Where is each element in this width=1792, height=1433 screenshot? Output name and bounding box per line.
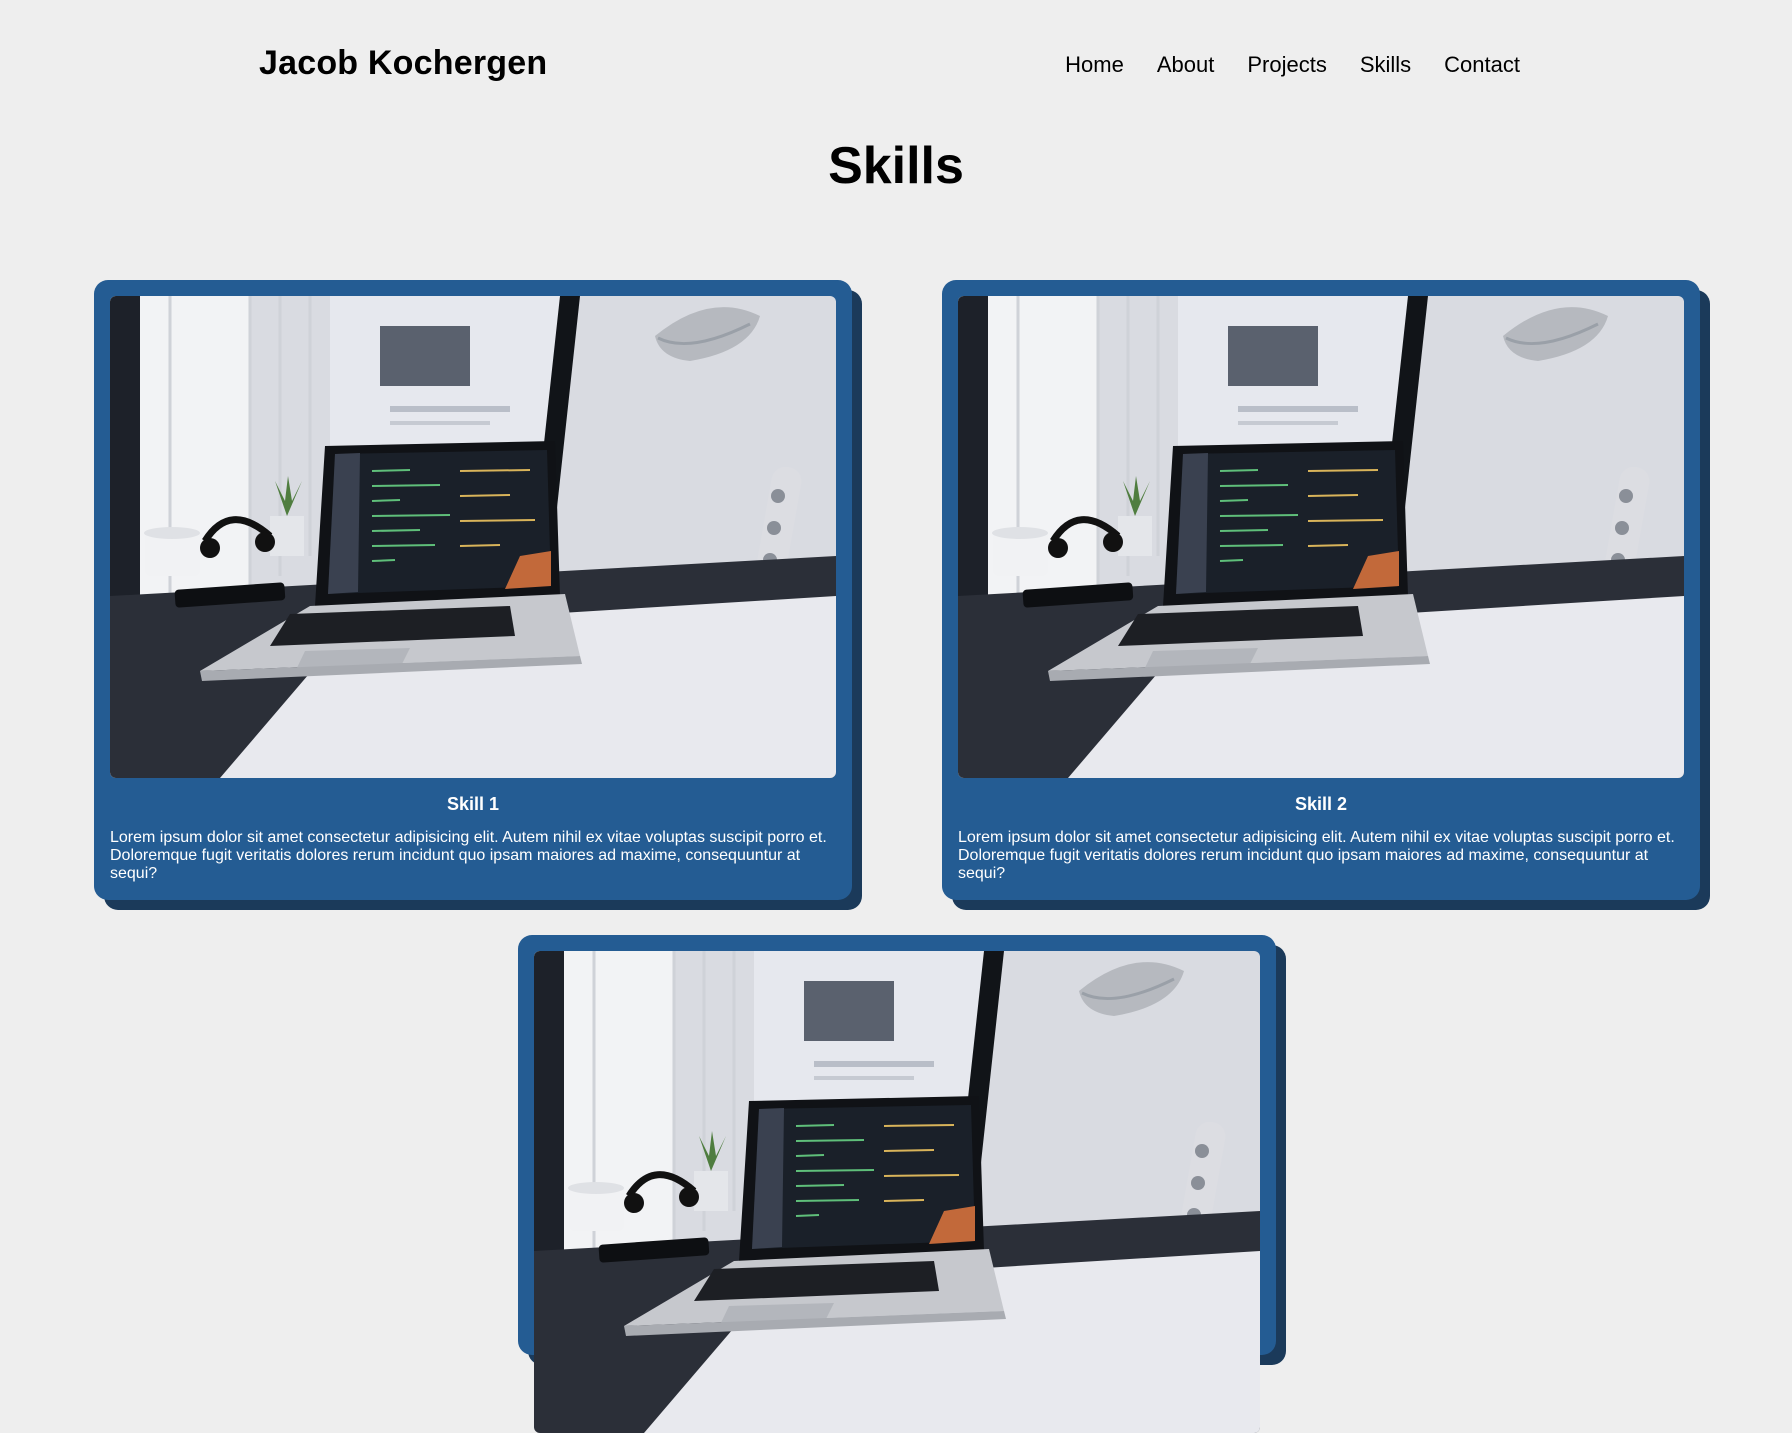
skill-title: Skill 2 bbox=[1294, 794, 1348, 814]
site-brand[interactable]: Jacob Kochergen bbox=[259, 44, 547, 83]
skill-card bbox=[518, 935, 1276, 1355]
main-nav: Home About Projects Skills Contact bbox=[1065, 52, 1520, 78]
nav-about[interactable]: About bbox=[1157, 52, 1215, 78]
skill-card: Skill 1 Lorem ipsum dolor sit amet conse… bbox=[94, 280, 852, 900]
skill-description: Lorem ipsum dolor sit amet consectetur a… bbox=[958, 829, 1675, 882]
laptop-desk-photo bbox=[534, 951, 1260, 1433]
laptop-desk-photo bbox=[958, 296, 1684, 778]
skill-description: Lorem ipsum dolor sit amet consectetur a… bbox=[110, 829, 827, 882]
page-title: Skills bbox=[828, 137, 964, 195]
nav-home[interactable]: Home bbox=[1065, 52, 1124, 78]
skill-card: Skill 2 Lorem ipsum dolor sit amet conse… bbox=[942, 280, 1700, 900]
skill-title: Skill 1 bbox=[446, 794, 500, 814]
nav-skills[interactable]: Skills bbox=[1360, 52, 1411, 78]
laptop-desk-photo bbox=[110, 296, 836, 778]
site-header: Jacob Kochergen Home About Projects Skil… bbox=[0, 0, 1792, 130]
nav-projects[interactable]: Projects bbox=[1247, 52, 1326, 78]
nav-contact[interactable]: Contact bbox=[1444, 52, 1520, 78]
